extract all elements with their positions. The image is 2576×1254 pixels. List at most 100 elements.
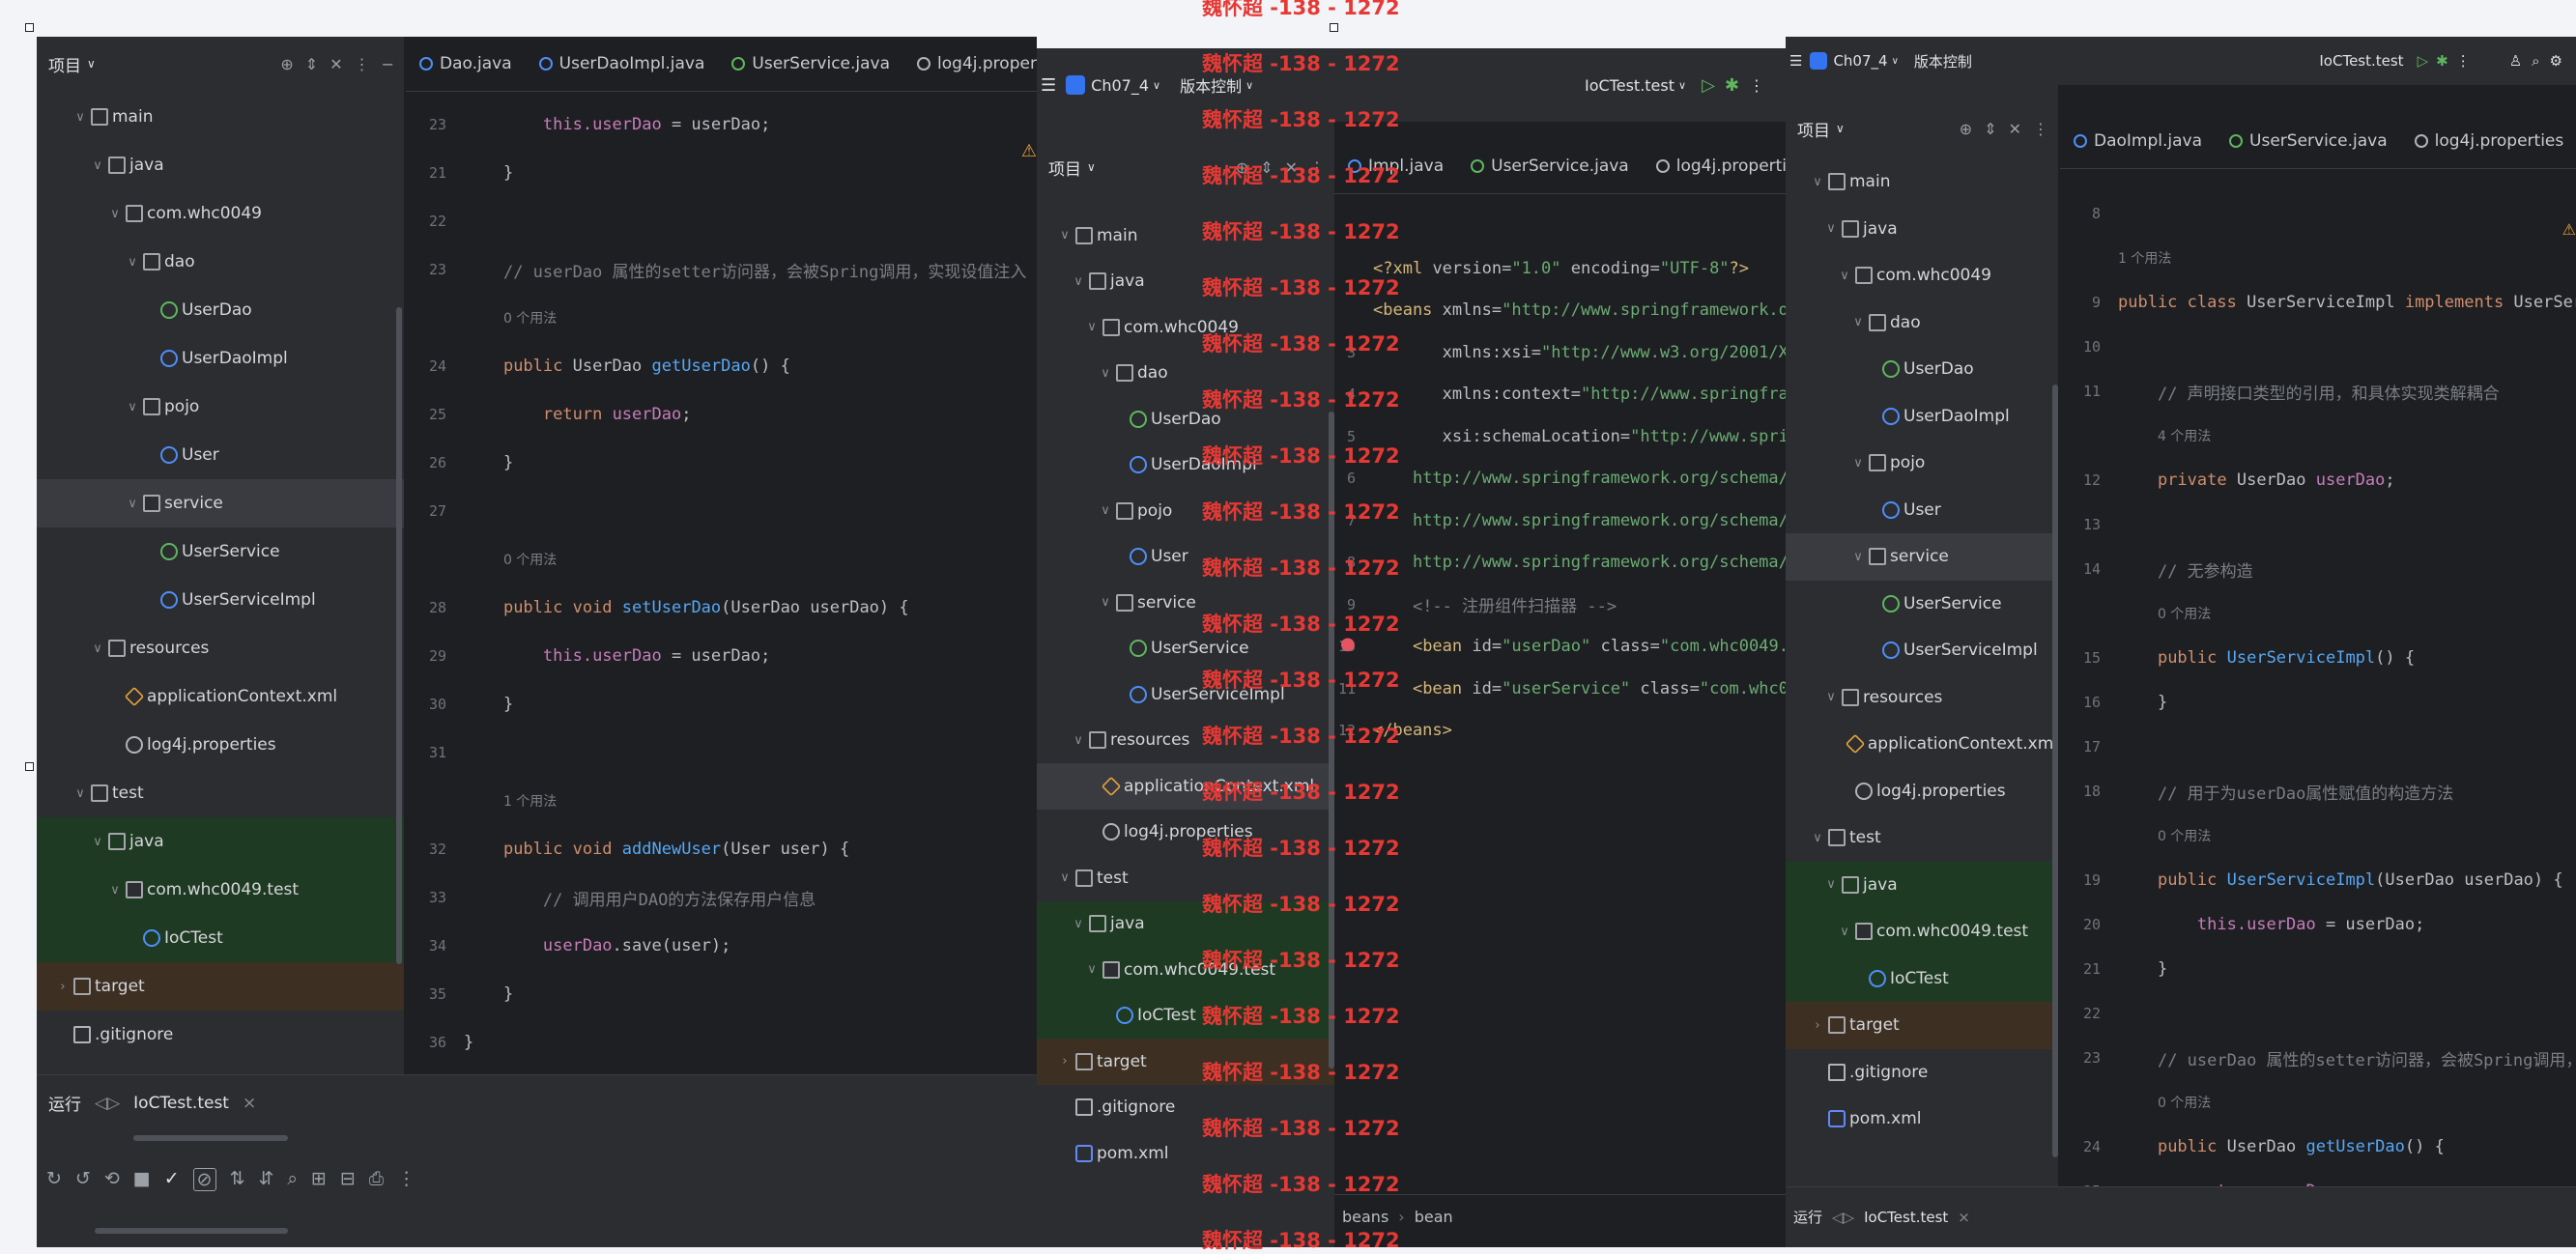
editor-tab[interactable]: log4j.properties (2401, 114, 2576, 168)
more-icon[interactable]: ⋮ (355, 55, 370, 73)
code-line[interactable]: 28 public void setUserDao(UserDao userDa… (406, 584, 1037, 632)
chevron-down-icon[interactable]: ∨ (1099, 503, 1112, 518)
chevron-down-icon[interactable]: ∨ (1087, 160, 1096, 174)
code-line[interactable]: 24 public UserDao getUserDao() { (406, 342, 1037, 390)
vcs-widget[interactable]: 版本控制 (1914, 51, 1972, 71)
project-name[interactable]: Ch07_4 (1091, 76, 1149, 95)
code-line[interactable]: 23 this.userDao = userDao; (406, 100, 1037, 149)
chevron-down-icon[interactable]: ∨ (91, 158, 104, 173)
tree-item[interactable]: UserService (37, 527, 404, 576)
rerun-failed-icon[interactable]: ↺ (75, 1168, 91, 1191)
code-line[interactable]: 14 // 无参构造 (2060, 547, 2576, 591)
code-line[interactable]: 16 } (2060, 680, 2576, 725)
code-line[interactable]: 0 个用法 (2060, 591, 2576, 636)
warning-icon[interactable]: ⚠ (2562, 220, 2576, 239)
sort-icon[interactable]: ⇅ (230, 1168, 245, 1191)
code-line[interactable]: 17 (2060, 725, 2576, 769)
editor-tab[interactable]: UserService.java (2216, 114, 2401, 168)
chevron-down-icon[interactable]: ∨ (108, 207, 122, 221)
chevron-down-icon[interactable]: ∨ (1099, 366, 1112, 381)
code-line[interactable]: 21 } (406, 149, 1037, 197)
code-line[interactable]: 9 public class UserServiceImpl implements… (2060, 280, 2576, 325)
chevron-down-icon[interactable]: ∨ (1851, 456, 1865, 470)
chevron-down-icon[interactable]: ∨ (1058, 228, 1072, 242)
chevron-down-icon[interactable]: ∨ (1838, 269, 1851, 283)
breadcrumb-item[interactable]: beans (1342, 1208, 1388, 1226)
more-icon[interactable]: ⋮ (1749, 76, 1764, 95)
code-line[interactable]: <beans xmlns="http://www.springframework… (1334, 290, 1786, 332)
code-line[interactable]: 20 this.userDao = userDao; (2060, 902, 2576, 947)
editor-tab[interactable]: UserService.java (1457, 139, 1643, 193)
tree-item[interactable]: applicationContext.xml (1786, 721, 2058, 768)
code-line[interactable]: 11 <bean id="userService" class="com.whc… (1334, 668, 1786, 710)
chevron-down-icon[interactable]: ∨ (126, 497, 139, 511)
code-line[interactable]: 12 private UserDao userDao; (2060, 458, 2576, 502)
chevron-down-icon[interactable]: ∨ (1838, 925, 1851, 939)
code-line[interactable]: 34 userDao.save(user); (406, 922, 1037, 970)
search-icon[interactable]: ⌕ (2532, 52, 2539, 70)
chevron-down-icon[interactable]: ∨ (1678, 79, 1686, 92)
code-line[interactable]: 36} (406, 1018, 1037, 1067)
chevron-down-icon[interactable]: ∨ (1851, 550, 1865, 564)
chevron-down-icon[interactable]: ∨ (1072, 274, 1085, 289)
chevron-right-icon[interactable]: › (56, 980, 70, 994)
code-line[interactable]: 22 (406, 197, 1037, 245)
chevron-down-icon[interactable]: ∨ (1072, 733, 1085, 748)
code-line[interactable]: 27 (406, 487, 1037, 535)
project-name[interactable]: Ch07_4 (1833, 52, 1887, 70)
run-tab[interactable]: IoCTest.test (1864, 1209, 1948, 1226)
code-line[interactable]: 0 个用法 (406, 294, 1037, 342)
tree-item[interactable]: ∨ com.whc0049 (37, 189, 404, 238)
tree-item[interactable]: ∨ main (1786, 158, 2058, 206)
editor-tab[interactable]: Dao.java (406, 37, 526, 91)
code-line[interactable]: 11 // 声明接口类型的引用，和具体实现类解耦合 (2060, 369, 2576, 413)
run-config-selector[interactable]: IoCTest.test (2319, 52, 2403, 70)
show-passed-icon[interactable]: ✓ (164, 1168, 180, 1191)
resize-handle-top-left[interactable] (25, 23, 34, 32)
code-line[interactable]: 23 // userDao 属性的setter访问器，会被Spring调用，实现… (2060, 1036, 2576, 1080)
collapse-icon[interactable]: ✕ (2009, 120, 2021, 138)
code-line[interactable]: 9 <!-- 注册组件扫描器 --> (1334, 584, 1786, 626)
project-view-label[interactable]: 项目 (48, 52, 81, 76)
tree-item[interactable]: UserDaoImpl (1786, 393, 2058, 441)
tree-item[interactable]: ∨ resources (37, 624, 404, 672)
project-view-label[interactable]: 项目 (1797, 117, 1830, 141)
tree-item[interactable]: log4j.properties (1786, 768, 2058, 815)
stop-icon[interactable]: ■ (133, 1168, 151, 1191)
run-config-selector[interactable]: IoCTest.test (1585, 76, 1674, 95)
tree-item[interactable]: applicationContext.xml (37, 672, 404, 721)
chevron-down-icon[interactable]: ∨ (1245, 79, 1253, 92)
chevron-down-icon[interactable]: ∨ (1072, 917, 1085, 931)
chevron-down-icon[interactable]: ∨ (87, 57, 96, 71)
tree-item[interactable]: ∨ resources (1786, 674, 2058, 722)
more-icon[interactable]: ⋮ (2456, 52, 2471, 70)
collapse-all-icon[interactable]: ⊟ (340, 1168, 356, 1191)
tree-item[interactable]: ∨ dao (37, 238, 404, 286)
tree-item[interactable]: ∨ java (37, 141, 404, 189)
rerun-icon[interactable]: ↻ (46, 1168, 62, 1191)
code-line[interactable]: 30 } (406, 680, 1037, 728)
code-line[interactable]: 1 个用法 (406, 777, 1037, 825)
code-line[interactable]: 31 (406, 728, 1037, 777)
locate-icon[interactable]: ⊕ (1960, 120, 1972, 138)
code-line[interactable]: 7 http://www.springframework.org/schema/… (1334, 499, 1786, 542)
tree-item[interactable]: ∨ test (37, 769, 404, 817)
resize-handle-left-middle[interactable] (25, 762, 34, 771)
expand-icon[interactable]: ⇕ (305, 55, 318, 73)
chevron-down-icon[interactable]: ∨ (1824, 690, 1838, 704)
code-line[interactable]: 0 个用法 (2060, 813, 2576, 858)
tree-item[interactable]: User (1786, 487, 2058, 534)
tree-scrollbar[interactable] (2052, 385, 2058, 1157)
tree-item[interactable]: ∨ service (1786, 533, 2058, 581)
code-line[interactable]: 21 } (2060, 947, 2576, 991)
warning-icon[interactable]: ⚠ (1021, 141, 1037, 161)
toggle-auto-test-icon[interactable]: ⟲ (104, 1168, 120, 1191)
code-line[interactable]: 6 http://www.springframework.org/schema/… (1334, 458, 1786, 500)
code-line[interactable]: 26 } (406, 439, 1037, 487)
debug-icon[interactable]: ✱ (2436, 52, 2448, 70)
code-line[interactable]: 32 public void addNewUser(User user) { (406, 825, 1037, 873)
code-line[interactable]: 10 (2060, 325, 2576, 369)
resize-handle-top-middle[interactable] (1330, 23, 1338, 32)
editor-tab[interactable]: DaoImpl.java (2060, 114, 2216, 168)
chevron-down-icon[interactable]: ∨ (73, 786, 87, 801)
